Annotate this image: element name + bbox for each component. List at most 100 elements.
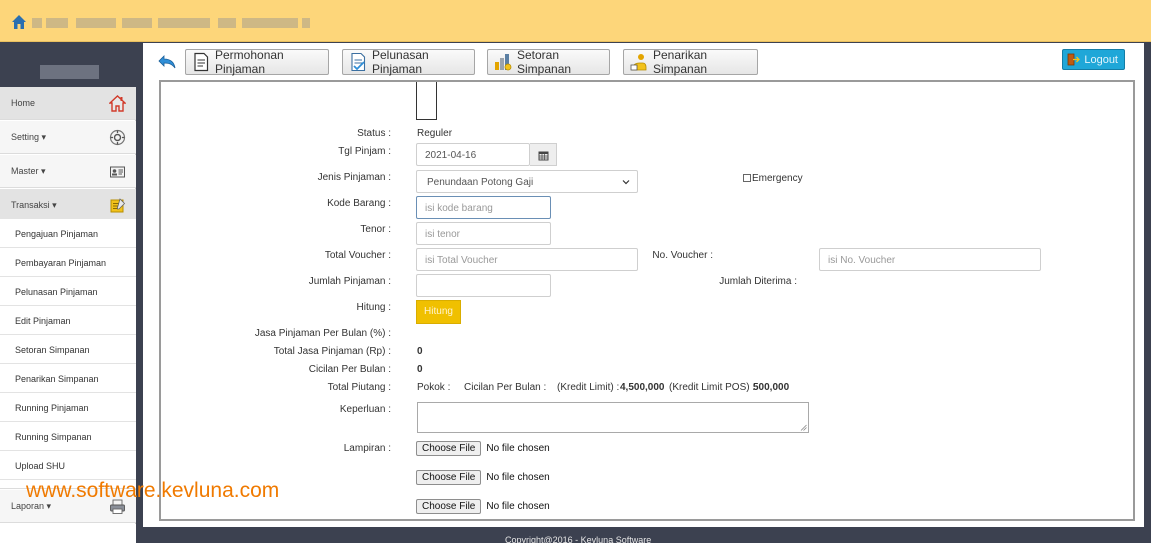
- sidebar-subitem-label: Running Pinjaman: [15, 403, 89, 413]
- sidebar-subitem-running-simpanan[interactable]: Running Simpanan: [0, 422, 136, 451]
- total-voucher-label: Total Voucher :: [324, 250, 391, 261]
- sidebar-subitem-pelunasan-pinjaman[interactable]: Pelunasan Pinjaman: [0, 277, 136, 306]
- photo-frame: [416, 82, 437, 120]
- gear-icon: [109, 129, 126, 146]
- sidebar-subitem-penarikan-simpanan[interactable]: Penarikan Simpanan: [0, 364, 136, 393]
- no-voucher-input[interactable]: isi No. Voucher: [819, 248, 1041, 271]
- pelunasan-pinjaman-label: Pelunasan Pinjaman: [372, 48, 429, 76]
- sidebar-subitem-label: Running Simpanan: [15, 432, 92, 442]
- sidebar-subitem-label: Upload SHU: [15, 461, 66, 471]
- sidebar-subitem-pengajuan-pinjaman[interactable]: Pengajuan Pinjaman: [0, 219, 136, 248]
- kredit-limit-pos-value: 500,000: [753, 382, 790, 393]
- sidebar-item-label: Home: [11, 98, 36, 108]
- jumlah-diterima-label: Jumlah Diterima :: [719, 276, 797, 287]
- hitung-button[interactable]: Hitung: [416, 300, 461, 324]
- sidebar-filler: [0, 524, 136, 543]
- logout-icon: [1067, 53, 1080, 66]
- jumlah-pinjaman-input[interactable]: [416, 274, 551, 297]
- date-picker-button[interactable]: [530, 143, 557, 166]
- chevron-down-icon: [622, 180, 630, 185]
- setoran-simpanan-label: Setoran Simpanan: [517, 48, 572, 76]
- emergency-label: Emergency: [752, 173, 803, 184]
- sidebar-item-master[interactable]: Master ▾: [0, 155, 136, 188]
- home-icon[interactable]: [11, 14, 27, 30]
- right-border: [1144, 43, 1151, 527]
- sidebar-subitem-label: Pengajuan Pinjaman: [15, 229, 99, 239]
- status-value: Reguler: [417, 128, 453, 139]
- sidebar-subitem-edit-pinjaman[interactable]: Edit Pinjaman: [0, 306, 136, 335]
- penarikan-simpanan-label: Penarikan Simpanan: [653, 48, 708, 76]
- permohonan-pinjaman-button[interactable]: Permohonan Pinjaman: [185, 48, 329, 76]
- penarikan-simpanan-button[interactable]: Penarikan Simpanan: [623, 48, 758, 76]
- file-status: No file chosen: [486, 472, 550, 483]
- sidebar-item-transaksi[interactable]: Transaksi ▾: [0, 189, 136, 222]
- hitung-label: Hitung :: [356, 302, 391, 313]
- logout-label: Logout: [1084, 53, 1118, 66]
- total-jasa-value: 0: [417, 346, 423, 357]
- total-jasa-label: Total Jasa Pinjaman (Rp) :: [273, 346, 391, 357]
- document-check-icon: [351, 52, 366, 72]
- sidebar-subitem-label: Pembayaran Pinjaman: [15, 258, 107, 268]
- kredit-limit-value: 4,500,000: [620, 382, 665, 393]
- total-voucher-input[interactable]: isi Total Voucher: [416, 248, 638, 271]
- no-voucher-label: No. Voucher :: [652, 250, 713, 261]
- file-status: No file chosen: [486, 501, 550, 512]
- footer: Copyright@2016 - Kevluna Software: [136, 527, 1151, 543]
- pelunasan-pinjaman-button[interactable]: Pelunasan Pinjaman: [342, 48, 475, 76]
- kredit-limit-label: (Kredit Limit) :: [557, 382, 620, 393]
- main-panel: Permohonan Pinjaman Pelunasan Pinjaman S…: [143, 43, 1144, 527]
- jenis-pinjaman-label: Jenis Pinjaman :: [317, 172, 391, 183]
- setoran-simpanan-button[interactable]: Setoran Simpanan: [487, 48, 610, 76]
- document-icon: [194, 52, 209, 72]
- lampiran-label: Lampiran :: [343, 443, 391, 454]
- tenor-label: Tenor :: [360, 224, 391, 235]
- withdraw-icon: [630, 54, 647, 71]
- choose-file-button[interactable]: Choose File: [416, 499, 482, 514]
- calendar-icon: [538, 151, 549, 161]
- status-label: Status :: [357, 128, 391, 139]
- sidebar-subitem-pembayaran-pinjaman[interactable]: Pembayaran Pinjaman: [0, 248, 136, 277]
- tgl-pinjam-label: Tgl Pinjam :: [338, 146, 391, 157]
- cicilan-value: 0: [417, 364, 423, 375]
- jumlah-pinjaman-label: Jumlah Pinjaman :: [308, 276, 391, 287]
- deposit-icon: [495, 54, 512, 71]
- choose-file-button[interactable]: Choose File: [416, 441, 482, 456]
- sidebar-subitem-label: Edit Pinjaman: [15, 316, 71, 326]
- file-upload-1: Choose File No file chosen: [416, 441, 550, 456]
- sidebar-item-home[interactable]: Home: [0, 87, 136, 120]
- file-upload-3: Choose File No file chosen: [416, 499, 550, 514]
- jenis-pinjaman-value: Penundaan Potong Gaji: [427, 177, 534, 188]
- kode-barang-label: Kode Barang :: [327, 198, 391, 209]
- jenis-pinjaman-select[interactable]: Penundaan Potong Gaji: [416, 170, 638, 193]
- cicilan-label: Cicilan Per Bulan :: [308, 364, 391, 375]
- logout-button[interactable]: Logout: [1062, 49, 1125, 70]
- sidebar-subitem-setoran-simpanan[interactable]: Setoran Simpanan: [0, 335, 136, 364]
- sidebar-subitem-running-pinjaman[interactable]: Running Pinjaman: [0, 393, 136, 422]
- copyright-text: Copyright@2016 - Kevluna Software: [505, 535, 652, 543]
- id-card-icon: [110, 166, 125, 178]
- sidebar: Home Setting ▾ Master ▾ Transaksi ▾ Peng…: [0, 87, 136, 543]
- emergency-checkbox[interactable]: [743, 174, 751, 182]
- watermark-text: www.software.kevluna.com: [26, 479, 280, 502]
- kode-barang-input[interactable]: isi kode barang: [416, 196, 551, 219]
- cicilan-per-bulan-label: Cicilan Per Bulan :: [464, 382, 547, 393]
- house-icon: [109, 95, 126, 112]
- choose-file-button[interactable]: Choose File: [416, 470, 482, 485]
- sidebar-profile: [0, 43, 136, 87]
- sidebar-item-setting[interactable]: Setting ▾: [0, 121, 136, 154]
- blurred-logo: [40, 65, 99, 79]
- sidebar-item-label: Master ▾: [11, 166, 46, 176]
- notepad-icon: [110, 198, 126, 213]
- keperluan-textarea[interactable]: [417, 402, 809, 433]
- blurred-title: [32, 18, 310, 28]
- sidebar-subitem-label: Pelunasan Pinjaman: [15, 287, 98, 297]
- file-upload-2: Choose File No file chosen: [416, 470, 550, 485]
- sidebar-subitem-upload-shu[interactable]: Upload SHU: [0, 451, 136, 480]
- tenor-input[interactable]: isi tenor: [416, 222, 551, 245]
- jasa-per-bulan-label: Jasa Pinjaman Per Bulan (%) :: [254, 328, 391, 339]
- pokok-label: Pokok :: [417, 382, 451, 393]
- back-arrow-icon[interactable]: [157, 53, 177, 71]
- tgl-pinjam-input[interactable]: 2021-04-16: [416, 143, 530, 166]
- sidebar-subitem-label: Setoran Simpanan: [15, 345, 90, 355]
- resize-grip-icon[interactable]: [800, 424, 807, 431]
